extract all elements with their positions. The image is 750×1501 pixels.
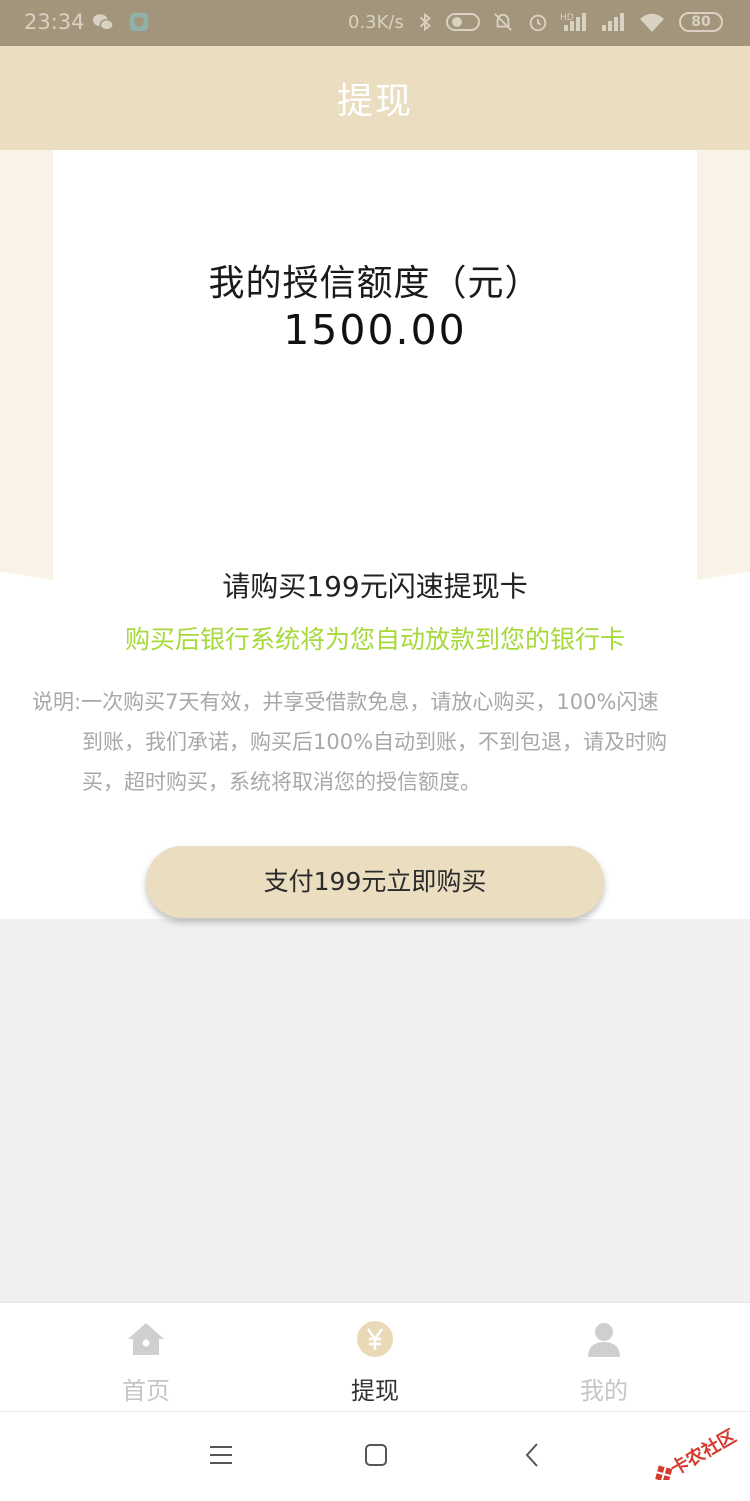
purchase-prompt: 请购买199元闪速提现卡 xyxy=(222,570,528,603)
tab-mine[interactable]: 我的 xyxy=(524,1303,684,1411)
pay-purchase-button[interactable]: 支付199元立即购买 xyxy=(146,846,604,918)
purchase-note: 购买后银行系统将为您自动放款到您的银行卡 xyxy=(124,625,625,654)
tab-label: 提现 xyxy=(351,1377,399,1405)
network-speed: 0.3K/s xyxy=(348,12,404,33)
page-title: 提现 xyxy=(336,81,413,122)
purchase-explanation: 说明:一次购买7天有效，并享受借款免息，请放心购买，100%闪速 到账，我们承诺… xyxy=(32,682,722,802)
kanong-watermark-logo: 卡农社区 xyxy=(655,1425,740,1480)
withdraw-panel: 我的授信额度（元） 1500.00 请购买199元闪速提现卡 购买后银行系统将为… xyxy=(0,150,750,919)
credit-limit-amount: 1500.00 xyxy=(283,306,467,354)
toggle-icon xyxy=(446,13,480,31)
status-bar: 23:34 0.3K/s HD 80 xyxy=(0,0,750,46)
watermark-text: 卡农社区 xyxy=(667,1425,740,1480)
wifi-icon xyxy=(640,13,664,32)
wechat-icon xyxy=(92,14,114,31)
menu-icon[interactable] xyxy=(206,1440,236,1470)
hd-signal-icon: HD xyxy=(560,13,586,31)
bell-off-icon xyxy=(494,13,512,31)
tab-home[interactable]: 首页 xyxy=(66,1303,226,1411)
decorative-ribbon-right xyxy=(697,150,750,580)
bluetooth-icon xyxy=(419,12,431,32)
explanation-line: 买，超时购买，系统将取消您的授信额度。 xyxy=(82,770,481,794)
system-nav-bar xyxy=(0,1411,750,1501)
explanation-line: 到账，我们承诺，购买后100%自动到账，不到包退，请及时购 xyxy=(82,730,668,754)
square-home-icon[interactable] xyxy=(361,1440,391,1470)
tab-label: 我的 xyxy=(580,1377,628,1405)
status-time: 23:34 xyxy=(24,10,85,34)
alarm-icon xyxy=(529,14,547,32)
yen-icon xyxy=(357,1321,393,1357)
back-icon[interactable] xyxy=(518,1440,548,1470)
tab-label: 首页 xyxy=(122,1377,170,1405)
home-icon xyxy=(128,1323,164,1355)
shield-icon xyxy=(129,12,149,32)
explanation-line: 说明:一次购买7天有效，并享受借款免息，请放心购买，100%闪速 xyxy=(32,690,659,714)
battery-icon: 80 xyxy=(679,12,723,32)
signal-icon xyxy=(602,13,624,31)
user-icon xyxy=(588,1323,620,1357)
tab-withdraw[interactable]: 提现 xyxy=(295,1303,455,1411)
decorative-ribbon-left xyxy=(0,150,53,580)
bottom-tab-bar: 首页 提现 我的 xyxy=(0,1302,750,1411)
page-header: 提现 xyxy=(0,46,750,150)
credit-limit-label: 我的授信额度（元） xyxy=(208,263,542,304)
